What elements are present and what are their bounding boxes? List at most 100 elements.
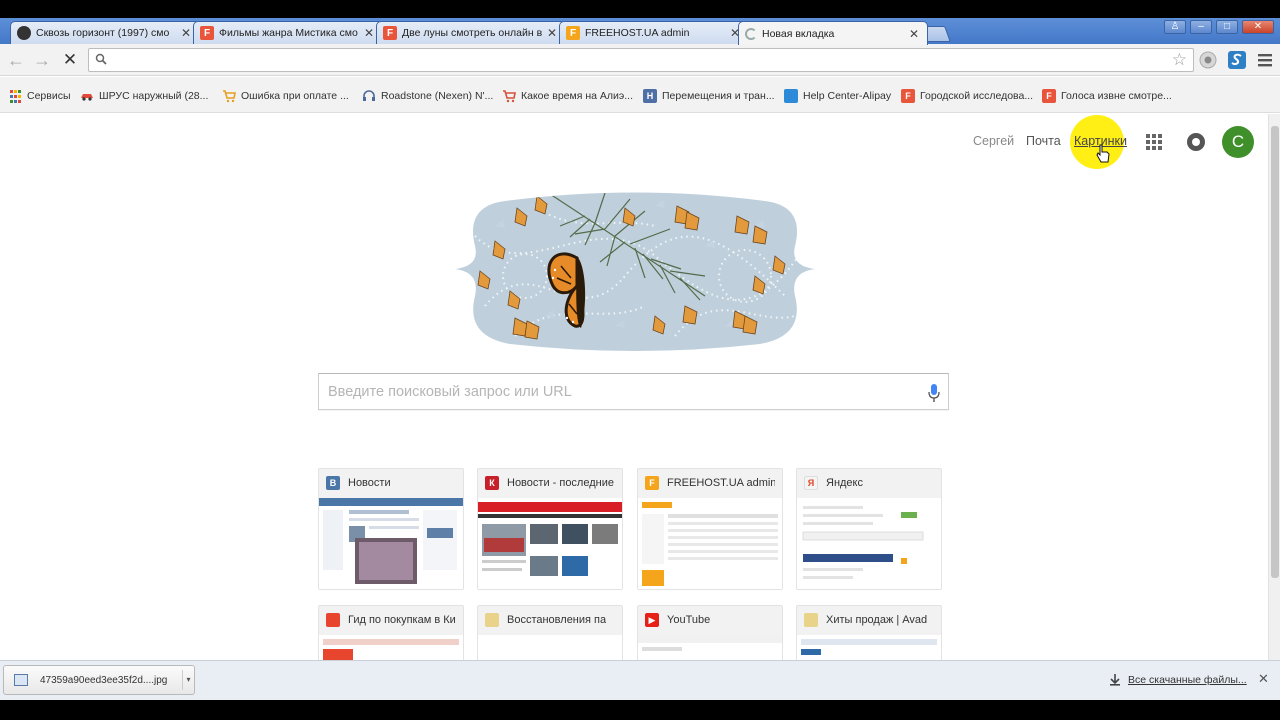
tab-3[interactable]: F Две луны смотреть онлайн в ✕ <box>376 21 566 44</box>
all-downloads-link[interactable]: Все скачанные файлы... <box>1108 673 1247 687</box>
most-visited-tile[interactable]: В Новости <box>318 468 464 590</box>
page-favicon-icon <box>485 613 499 627</box>
tab-2[interactable]: F Фильмы жанра Мистика смо ✕ <box>193 21 383 44</box>
close-icon[interactable]: ✕ <box>179 26 193 40</box>
user-name-link[interactable]: Сергей <box>973 134 1014 148</box>
bookmark-label: Голоса извне смотре... <box>1061 90 1172 102</box>
tile-title: YouTube <box>667 614 711 626</box>
freehost-favicon-icon: F <box>645 476 659 490</box>
bookmark-label: Сервисы <box>27 90 71 102</box>
butterfly-doodle-logo[interactable] <box>455 186 815 354</box>
most-visited-tile[interactable]: F FREEHOST.UA admin <box>637 468 783 590</box>
tile-title: Гид по покупкам в Ки <box>348 614 456 626</box>
menu-hamburger-icon[interactable] <box>1256 50 1276 70</box>
close-icon[interactable]: ✕ <box>907 27 921 41</box>
download-item[interactable]: 47359a90eed3ee35f2d....jpg ▾ <box>3 665 195 695</box>
tile-thumbnail <box>319 635 463 660</box>
bookmark-star-icon[interactable]: ☆ <box>1172 50 1187 70</box>
bookmark-label: Roadstone (Nexen) N'... <box>381 90 494 102</box>
tile-thumbnail <box>638 635 782 660</box>
youtube-favicon-icon: ▶ <box>645 613 659 627</box>
bookmark-label: Ошибка при оплате ... <box>241 90 349 102</box>
all-downloads-label: Все скачанные файлы... <box>1128 674 1247 686</box>
tile-title: Новости <box>348 477 391 489</box>
extension-round-icon[interactable] <box>1198 50 1218 70</box>
tile-thumbnail <box>797 498 941 589</box>
car-icon <box>80 89 94 103</box>
cart-icon <box>222 89 236 103</box>
maximize-icon[interactable]: □ <box>1216 20 1238 34</box>
most-visited-tile[interactable]: Восстановления па <box>477 605 623 660</box>
window-close-icon[interactable]: ✕ <box>1242 20 1274 34</box>
tab-title: Новая вкладка <box>762 27 835 40</box>
tab-4[interactable]: F FREEHOST.UA admin ✕ <box>559 21 749 44</box>
tile-title: Восстановления па <box>507 614 607 626</box>
most-visited-tile[interactable]: Хиты продаж | Avad <box>796 605 942 660</box>
extension-s-icon[interactable] <box>1227 50 1247 70</box>
close-icon[interactable]: ✕ <box>362 26 376 40</box>
tile-thumbnail <box>478 498 622 589</box>
yandex-favicon-icon: Я <box>804 476 818 490</box>
chevron-down-icon[interactable]: ▾ <box>182 670 194 690</box>
image-file-icon <box>14 674 28 686</box>
search-input[interactable]: Введите поисковый запрос или URL <box>318 373 949 410</box>
bookmark-item[interactable]: F Городской исследова... <box>901 88 1033 104</box>
bookmark-label: ШРУС наружный (28... <box>99 90 209 102</box>
tile-thumbnail <box>638 498 782 589</box>
bookmark-label: Help Center-Alipay <box>803 90 892 102</box>
bookmarks-bar: Сервисы ШРУС наружный (28... Ошибка при … <box>0 77 1280 113</box>
microphone-icon[interactable] <box>928 383 940 403</box>
most-visited-tile[interactable]: Я Яндекс <box>796 468 942 590</box>
bookmark-item[interactable]: F Голоса извне смотре... <box>1042 88 1172 104</box>
bookmark-item[interactable]: Ошибка при оплате ... <box>222 88 349 104</box>
most-visited-tile[interactable]: К Новости - последние <box>477 468 623 590</box>
bookmark-item[interactable]: H Перемещения и тран... <box>643 88 775 104</box>
forward-arrow-icon[interactable]: → <box>32 50 52 70</box>
tab-title: Две луны смотреть онлайн в <box>402 27 543 39</box>
tab-1[interactable]: Сквозь горизонт (1997) смо ✕ <box>10 21 200 44</box>
avatar[interactable]: С <box>1222 126 1254 158</box>
tile-title: Хиты продаж | Avad <box>826 614 928 626</box>
stop-loading-icon[interactable]: ✕ <box>60 50 80 70</box>
bookmark-item[interactable]: Какое время на Алиэ... <box>502 88 633 104</box>
tile-thumbnail <box>319 498 463 589</box>
apps-grid-icon <box>8 89 22 103</box>
close-icon[interactable]: ✕ <box>545 26 559 40</box>
alipay-favicon-icon <box>784 89 798 103</box>
bookmark-item[interactable]: ШРУС наружный (28... <box>80 88 208 104</box>
screen-top-band <box>0 0 1280 18</box>
hand-cursor-icon <box>1096 144 1110 163</box>
bookmark-services[interactable]: Сервисы <box>8 88 71 104</box>
user-icon[interactable]: ♙ <box>1164 20 1186 34</box>
bookmark-item[interactable]: Roadstone (Nexen) N'... <box>362 88 493 104</box>
search-icon <box>95 53 107 68</box>
close-icon[interactable]: ✕ <box>1258 671 1269 687</box>
download-filename: 47359a90eed3ee35f2d....jpg <box>40 675 168 686</box>
most-visited-tile[interactable]: ▶ YouTube <box>637 605 783 660</box>
address-bar[interactable]: ☆ <box>88 48 1194 72</box>
headphones-icon <box>362 89 376 103</box>
apps-grid-icon[interactable] <box>1146 134 1162 150</box>
mask-favicon-icon <box>17 26 31 40</box>
f-favicon-icon: F <box>1042 89 1056 103</box>
tab-title: FREEHOST.UA admin <box>585 27 690 39</box>
f-favicon-icon: F <box>901 89 915 103</box>
tab-new-tab-active[interactable]: Новая вкладка ✕ <box>738 21 928 45</box>
mail-link[interactable]: Почта <box>1026 134 1061 148</box>
vk-favicon-icon: В <box>326 476 340 490</box>
back-arrow-icon[interactable]: ← <box>6 50 26 70</box>
tile-thumbnail <box>797 635 941 660</box>
h-favicon-icon: H <box>643 89 657 103</box>
most-visited-tile[interactable]: Гид по покупкам в Ки <box>318 605 464 660</box>
screen-bottom-band <box>0 700 1280 720</box>
bookmark-label: Перемещения и тран... <box>662 90 775 102</box>
tile-title: Яндекс <box>826 477 863 489</box>
scrollbar-thumb[interactable] <box>1271 126 1279 578</box>
bookmark-label: Какое время на Алиэ... <box>521 90 634 102</box>
kp-favicon-icon: К <box>485 476 499 490</box>
notifications-icon[interactable] <box>1187 133 1205 151</box>
page-scrollbar[interactable] <box>1268 114 1280 660</box>
search-placeholder: Введите поисковый запрос или URL <box>328 384 572 400</box>
minimize-icon[interactable]: – <box>1190 20 1212 34</box>
bookmark-item[interactable]: Help Center-Alipay <box>784 88 891 104</box>
